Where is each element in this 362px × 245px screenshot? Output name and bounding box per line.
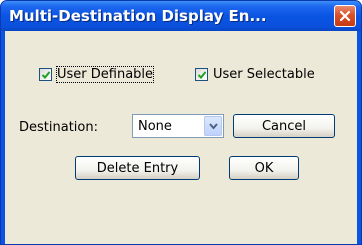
window-title: Multi-Destination Display En...: [9, 7, 267, 25]
ok-button[interactable]: OK: [229, 156, 299, 180]
user-selectable-label[interactable]: User Selectable: [213, 67, 315, 82]
destination-value: None: [138, 119, 172, 134]
chevron-down-icon: [209, 123, 218, 130]
close-button[interactable]: [334, 5, 356, 27]
checkbox-box[interactable]: [195, 67, 208, 81]
user-selectable-checkbox[interactable]: User Selectable: [195, 65, 315, 83]
user-definable-label[interactable]: User Definable: [55, 65, 155, 83]
checkmark-icon: [197, 70, 207, 79]
cancel-button[interactable]: Cancel: [233, 114, 335, 138]
dialog-body: User Definable User Selectable Destinati…: [5, 31, 357, 244]
dialog-window: Multi-Destination Display En... User Def…: [0, 0, 362, 245]
close-icon: [339, 10, 351, 22]
title-bar[interactable]: Multi-Destination Display En...: [1, 1, 361, 31]
checkmark-icon: [41, 70, 51, 79]
user-definable-checkbox[interactable]: User Definable: [39, 65, 155, 83]
checkbox-box[interactable]: [39, 67, 52, 81]
dropdown-arrow-button[interactable]: [204, 116, 222, 136]
destination-select[interactable]: None: [132, 114, 224, 138]
delete-entry-button[interactable]: Delete Entry: [75, 156, 200, 180]
destination-label: Destination:: [19, 120, 98, 135]
